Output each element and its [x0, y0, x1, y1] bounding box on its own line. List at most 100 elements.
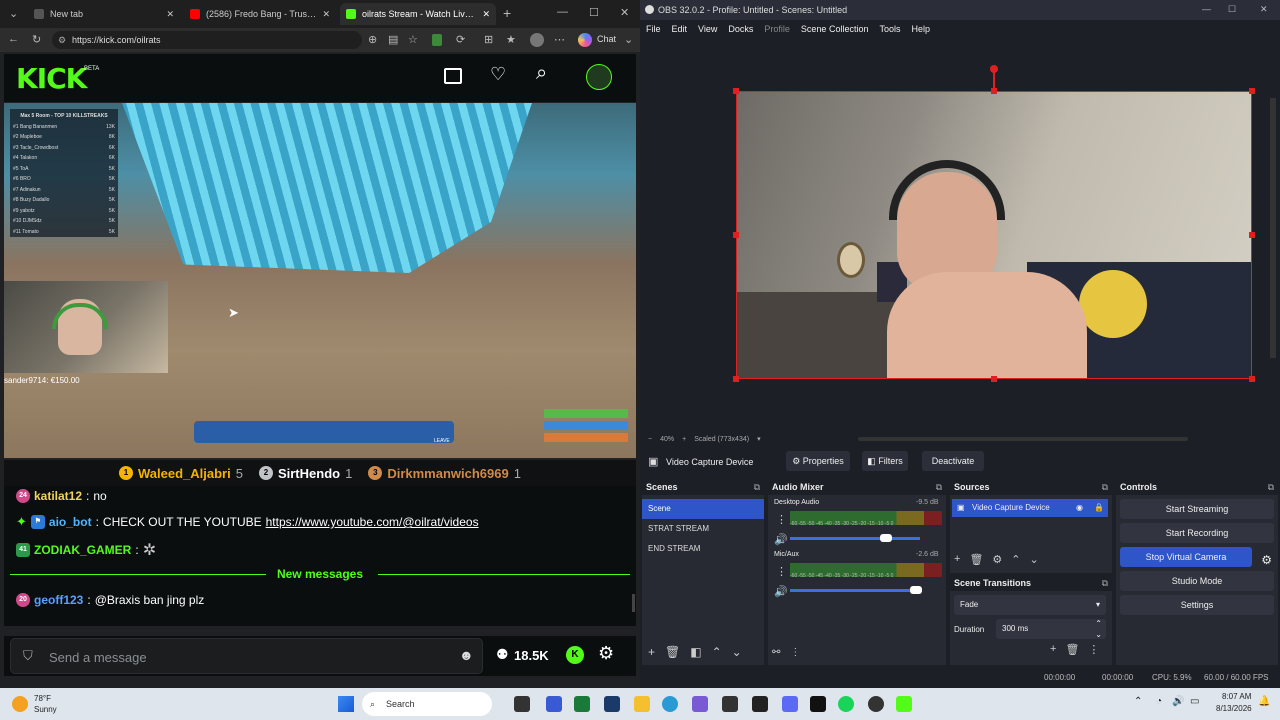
- more-vert-icon[interactable]: ⋮: [776, 513, 787, 526]
- search-icon[interactable]: ⌕: [536, 62, 547, 85]
- edge-icon[interactable]: [662, 696, 678, 712]
- menu-profile[interactable]: Profile: [764, 20, 790, 38]
- tray-chevron-up-icon[interactable]: ⌃: [1134, 696, 1142, 707]
- taskbar-search[interactable]: ⌕ Search: [362, 692, 492, 716]
- start-recording-button[interactable]: Start Recording: [1120, 523, 1274, 543]
- settings-button[interactable]: Settings: [1120, 595, 1274, 615]
- lock-icon[interactable]: 🔒: [1094, 499, 1104, 517]
- message-input[interactable]: ⛉ Send a message ☻: [10, 638, 483, 674]
- copilot-icon[interactable]: [578, 33, 592, 47]
- extension-icon[interactable]: [432, 34, 442, 46]
- gear-icon[interactable]: ⚙: [1261, 553, 1272, 567]
- trash-icon[interactable]: 🗑: [665, 645, 680, 663]
- steam-icon[interactable]: [604, 696, 620, 712]
- dock-float-icon[interactable]: ⧉: [1102, 575, 1108, 591]
- extensions-icon[interactable]: ⟳: [456, 33, 465, 46]
- xbox-icon[interactable]: [574, 696, 590, 712]
- properties-button[interactable]: ⚙ Properties: [786, 451, 850, 471]
- split-screen-icon[interactable]: ⊞: [484, 33, 493, 46]
- eye-icon[interactable]: ◉: [1076, 499, 1083, 517]
- browse-icon[interactable]: [444, 68, 462, 84]
- scene-item[interactable]: STRAT STREAM: [642, 519, 764, 539]
- trash-icon[interactable]: 🗑: [969, 553, 983, 566]
- maximize-icon[interactable]: ☐: [1228, 4, 1236, 15]
- add-icon[interactable]: +: [1050, 643, 1056, 656]
- wifi-icon[interactable]: ◔: [1156, 696, 1162, 707]
- menu-view[interactable]: View: [698, 20, 717, 38]
- start-streaming-button[interactable]: Start Streaming: [1120, 499, 1274, 519]
- volume-handle[interactable]: [910, 586, 922, 594]
- chat-username[interactable]: geoff123: [34, 593, 83, 607]
- steelseries-icon[interactable]: [868, 696, 884, 712]
- volume-slider[interactable]: [790, 537, 920, 540]
- chat-scrollbar[interactable]: [632, 594, 635, 612]
- favorites-bar-icon[interactable]: ★: [506, 33, 516, 46]
- reader-icon[interactable]: ▤: [388, 33, 398, 46]
- duration-input[interactable]: 300 ms ⌃ ⌄: [996, 619, 1106, 639]
- video-capture-preview[interactable]: [736, 91, 1252, 379]
- chat-username[interactable]: katilat12: [34, 489, 82, 503]
- deactivate-button[interactable]: Deactivate: [922, 451, 984, 471]
- dock-float-icon[interactable]: ⧉: [1268, 479, 1274, 495]
- stepper-down-icon[interactable]: ⌄: [1095, 625, 1102, 645]
- menu-file[interactable]: File: [646, 20, 661, 38]
- chevron-down-icon[interactable]: ⌄: [1030, 553, 1039, 566]
- stream-video[interactable]: Max 5 Room - TOP 10 KILLSTREAKS #1 Bang …: [4, 103, 636, 458]
- app-icon[interactable]: [546, 696, 562, 712]
- stop-virtual-camera-button[interactable]: Stop Virtual Camera: [1120, 547, 1252, 567]
- preview-scrollbar[interactable]: [1270, 98, 1276, 358]
- tab-youtube[interactable]: (2586) Fredo Bang - Trust Iss... ✕: [184, 3, 336, 25]
- menu-tools[interactable]: Tools: [879, 20, 900, 38]
- studio-mode-button[interactable]: Studio Mode: [1120, 571, 1274, 591]
- gear-icon[interactable]: ⚙: [992, 553, 1002, 566]
- kick-logo[interactable]: KICK: [16, 62, 87, 95]
- volume-slider[interactable]: [790, 589, 920, 592]
- windows-start-icon[interactable]: [338, 696, 354, 712]
- dock-float-icon[interactable]: ⧉: [1102, 479, 1108, 495]
- new-messages-divider[interactable]: New messages: [10, 567, 630, 581]
- scene-item[interactable]: END STREAM: [642, 539, 764, 559]
- more-vert-icon[interactable]: ⋮: [776, 565, 787, 578]
- speaker-icon[interactable]: 🔊: [774, 585, 788, 598]
- transition-select[interactable]: Fade ▾: [954, 595, 1106, 615]
- close-icon[interactable]: ✕: [166, 9, 174, 20]
- obs-icon[interactable]: [752, 696, 768, 712]
- file-explorer-icon[interactable]: [634, 696, 650, 712]
- store-icon[interactable]: [692, 696, 708, 712]
- url-field[interactable]: ⚙ https://kick.com/oilrats: [52, 31, 362, 49]
- menu-help[interactable]: Help: [911, 20, 930, 38]
- heart-icon[interactable]: ♡: [490, 64, 506, 85]
- weather-desc[interactable]: Sunny: [34, 705, 57, 714]
- close-icon[interactable]: ✕: [322, 9, 330, 20]
- close-window-icon[interactable]: ✕: [620, 6, 629, 19]
- zoom-icon[interactable]: ⊕: [368, 33, 377, 46]
- menu-edit[interactable]: Edit: [672, 20, 688, 38]
- tab-new-tab[interactable]: New tab ✕: [28, 3, 180, 25]
- zoom-in-icon[interactable]: +: [682, 436, 686, 443]
- chat-username[interactable]: ZODIAK_GAMER: [34, 543, 131, 557]
- gear-icon[interactable]: ⚙: [598, 643, 614, 664]
- minimize-icon[interactable]: —: [1202, 4, 1211, 14]
- close-window-icon[interactable]: ✕: [1260, 4, 1268, 15]
- chevron-down-icon[interactable]: ▾: [757, 435, 761, 443]
- kick-coin-icon[interactable]: K: [566, 646, 584, 664]
- profile-avatar[interactable]: [530, 33, 544, 47]
- more-vert-icon[interactable]: ⋮: [790, 647, 800, 658]
- kick-app-icon[interactable]: [896, 696, 912, 712]
- zoom-out-icon[interactable]: −: [648, 436, 652, 443]
- more-vert-icon[interactable]: ⋮: [1088, 643, 1099, 656]
- dock-float-icon[interactable]: ⧉: [936, 479, 942, 495]
- chat-button[interactable]: Chat: [597, 34, 616, 44]
- close-icon[interactable]: ✕: [482, 9, 490, 20]
- obs-preview[interactable]: [640, 38, 1280, 430]
- sun-icon[interactable]: [12, 696, 28, 712]
- terminal-icon[interactable]: [810, 696, 826, 712]
- trash-icon[interactable]: 🗑: [1065, 643, 1079, 656]
- clock-date[interactable]: 8/13/2026: [1216, 704, 1252, 713]
- weather-temp[interactable]: 78°F: [34, 694, 51, 703]
- epic-games-icon[interactable]: [722, 696, 738, 712]
- clock-time[interactable]: 8:07 AM: [1222, 692, 1251, 701]
- top-gifter[interactable]: 3 Dirkmmanwich6969 1: [368, 466, 521, 481]
- discord-icon[interactable]: [782, 696, 798, 712]
- horizontal-scrollbar[interactable]: [858, 437, 1188, 441]
